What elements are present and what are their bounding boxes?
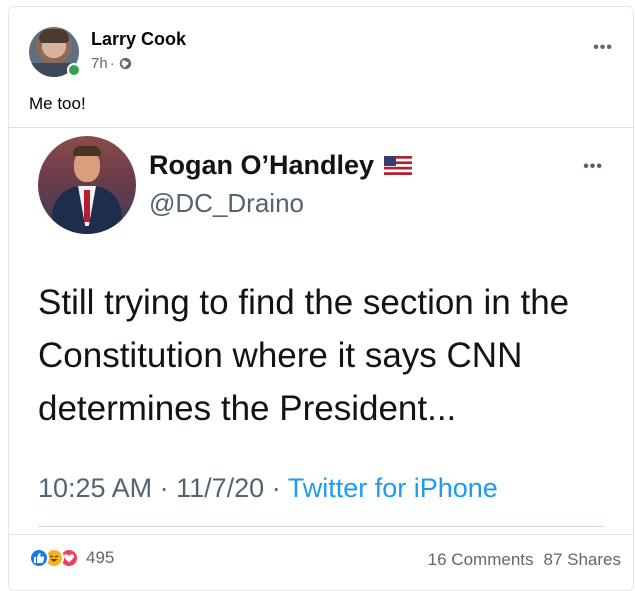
- tweet-text: Still trying to find the section in the …: [38, 283, 570, 428]
- post-more-options-icon[interactable]: •••: [593, 39, 613, 57]
- engagement-counts: 16 Comments 87 Shares: [428, 550, 621, 570]
- comments-count-link[interactable]: 16 Comments: [428, 550, 534, 570]
- meta-separator: ·: [109, 55, 115, 72]
- online-status-icon: [67, 63, 81, 77]
- tweet-divider: [38, 526, 604, 527]
- post-header: Larry Cook 7h · •••: [29, 27, 619, 79]
- tweet-source: Twitter for iPhone: [287, 473, 498, 503]
- tweet-author-name: Rogan O’Handley: [149, 150, 413, 181]
- tweet-time: 10:25 AM: [38, 473, 153, 503]
- globe-icon: [119, 57, 131, 70]
- post-text: Me too!: [29, 94, 86, 113]
- tweet-footer-dot-1: ·: [159, 473, 169, 503]
- post-stats-bar: 495 16 Comments 87 Shares: [9, 534, 633, 586]
- tweet-screenshot[interactable]: Rogan O’Handley @DC_Draino ••• Still try…: [9, 127, 633, 531]
- tweet-footer-dot-2: ·: [271, 473, 281, 503]
- reactions-summary[interactable]: 495: [29, 548, 114, 568]
- post-meta: 7h ·: [91, 55, 132, 72]
- tweet-date: 11/7/20: [176, 473, 265, 503]
- facebook-post: Larry Cook 7h · ••• Me too! Rogan O’Hand…: [8, 6, 634, 591]
- author-name[interactable]: Larry Cook: [91, 29, 186, 50]
- tweet-more-icon: •••: [583, 158, 603, 175]
- shares-count-link[interactable]: 87 Shares: [544, 550, 622, 570]
- tweet-author-avatar: [38, 136, 136, 234]
- tweet-author-handle: @DC_Draino: [149, 188, 304, 218]
- us-flag-icon: [384, 156, 413, 175]
- tweet-footer: 10:25 AM · 11/7/20 · Twitter for iPhone: [38, 473, 498, 504]
- tweet-author-name-text: Rogan O’Handley: [149, 150, 375, 180]
- post-time[interactable]: 7h: [91, 55, 108, 72]
- like-icon: [29, 548, 49, 568]
- reaction-count: 495: [86, 548, 115, 567]
